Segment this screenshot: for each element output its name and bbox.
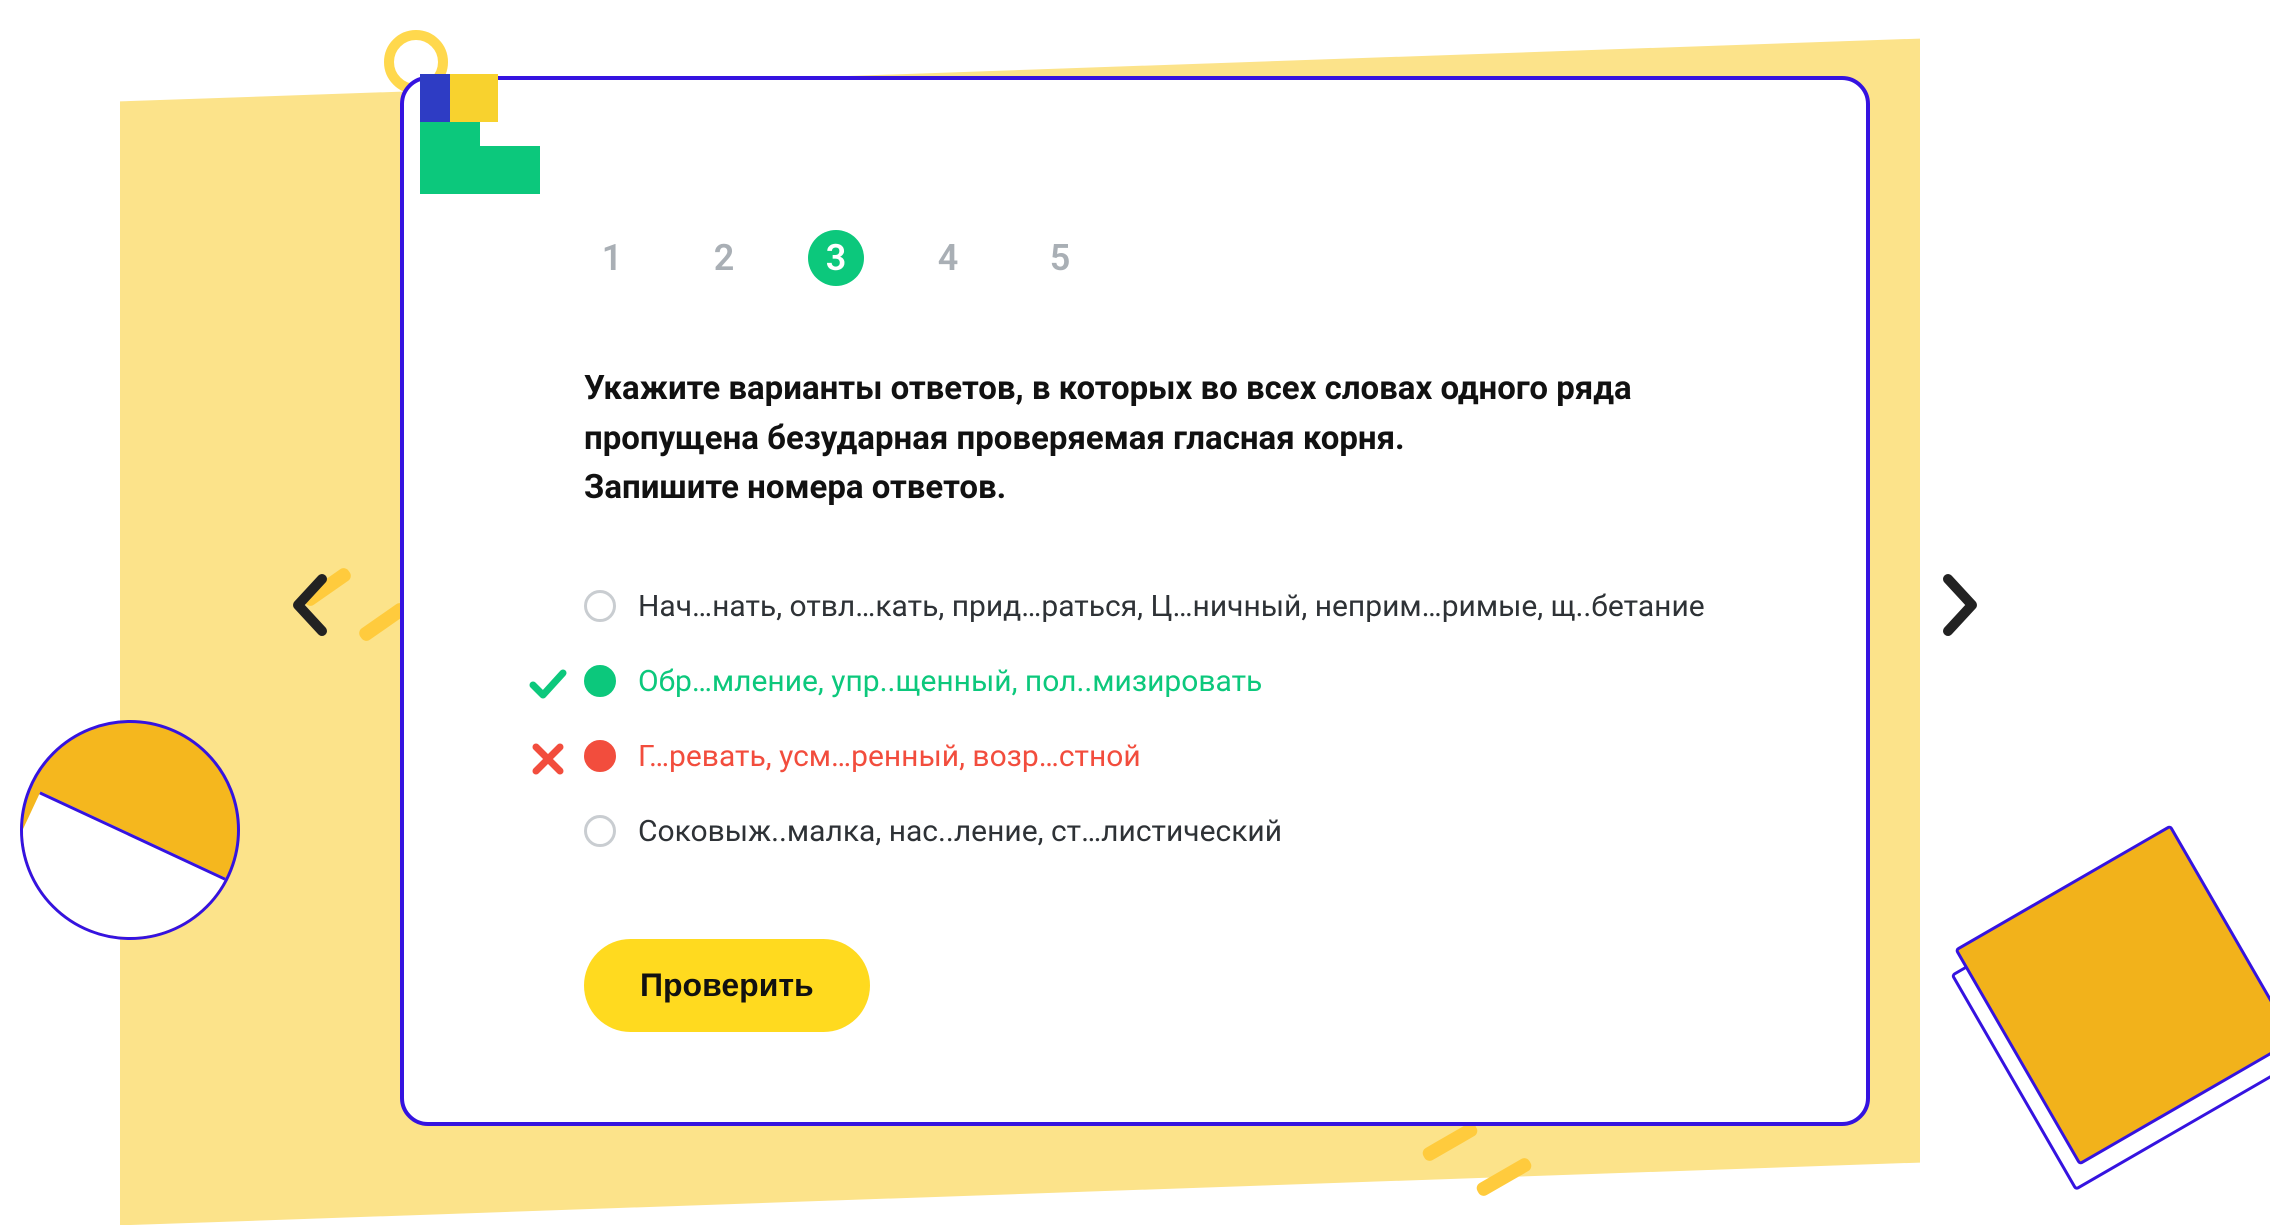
radio-icon — [584, 815, 616, 847]
prev-arrow-button[interactable] — [275, 560, 345, 650]
radio-icon — [584, 590, 616, 622]
step-3[interactable]: 3 — [808, 230, 864, 286]
option-2[interactable]: Обр…мление, упр..щенный, пол..мизировать — [584, 664, 1706, 699]
card-content: 12345 Укажите варианты ответов, в которы… — [584, 230, 1706, 1032]
chevron-left-icon — [290, 573, 330, 637]
step-1[interactable]: 1 — [584, 230, 640, 286]
question-line: пропущена безударная проверяемая гласная… — [584, 419, 1405, 458]
cross-icon — [528, 739, 568, 779]
bg-ball-icon — [20, 720, 240, 940]
option-label: Соковыж..малка, нас..ление, ст…листическ… — [638, 814, 1282, 849]
option-label: Обр…мление, упр..щенный, пол..мизировать — [638, 664, 1262, 699]
check-button[interactable]: Проверить — [584, 939, 870, 1032]
radio-icon — [584, 665, 616, 697]
app-logo-icon — [420, 74, 540, 194]
option-3[interactable]: Г…ревать, усм…ренный, возр…стной — [584, 739, 1706, 774]
radio-icon — [584, 740, 616, 772]
options-list: Нач…нать, отвл…кать, прид…раться, Ц…ничн… — [584, 589, 1706, 849]
option-label: Нач…нать, отвл…кать, прид…раться, Ц…ничн… — [638, 589, 1705, 624]
next-arrow-button[interactable] — [1925, 560, 1995, 650]
question-line: Запишите номера ответов. — [584, 468, 1006, 507]
step-2[interactable]: 2 — [696, 230, 752, 286]
option-4[interactable]: Соковыж..малка, нас..ление, ст…листическ… — [584, 814, 1706, 849]
step-5[interactable]: 5 — [1032, 230, 1088, 286]
question-text: Укажите варианты ответов, в которых во в… — [584, 364, 1706, 513]
option-1[interactable]: Нач…нать, отвл…кать, прид…раться, Ц…ничн… — [584, 589, 1706, 624]
bg-square-icon — [1954, 824, 2270, 1166]
quiz-card: 12345 Укажите варианты ответов, в которы… — [400, 76, 1870, 1126]
option-label: Г…ревать, усм…ренный, возр…стной — [638, 739, 1141, 774]
question-line: Укажите варианты ответов, в которых во в… — [584, 369, 1632, 408]
stage: 12345 Укажите варианты ответов, в которы… — [0, 0, 2270, 1194]
step-4[interactable]: 4 — [920, 230, 976, 286]
check-icon — [528, 664, 568, 704]
step-indicator: 12345 — [584, 230, 1706, 286]
chevron-right-icon — [1940, 573, 1980, 637]
